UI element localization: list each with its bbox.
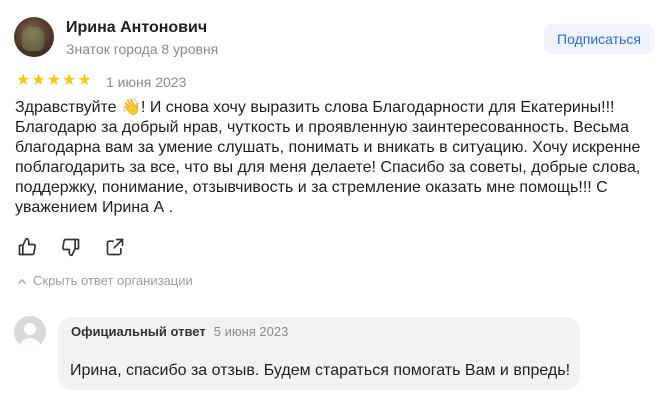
dislike-button[interactable]: [60, 236, 82, 258]
official-reply-text: Ирина, спасибо за отзыв. Будем стараться…: [70, 362, 571, 379]
hide-reply-label: Скрыть ответ организации: [33, 273, 193, 288]
organization-avatar: [14, 316, 46, 348]
author-name[interactable]: Ирина Антонович: [66, 19, 207, 37]
review-date: 1 июня 2023: [106, 74, 187, 90]
review-actions: [16, 236, 126, 258]
like-button[interactable]: [16, 236, 38, 258]
author-level: Знаток города 8 уровня: [66, 41, 219, 57]
official-reply-date: 5 июня 2023: [213, 324, 289, 339]
official-reply-title: Официальный ответ: [71, 324, 206, 339]
official-reply: Официальный ответ 5 июня 2023 Ирина, спа…: [58, 317, 580, 390]
star-icon: ★: [46, 72, 62, 89]
official-reply-header: Официальный ответ 5 июня 2023: [71, 324, 288, 339]
star-icon: ★: [31, 72, 46, 89]
thumb-down-icon: [61, 238, 80, 257]
user-placeholder-icon: [14, 316, 46, 348]
review-text: Здравствуйте 👋! И снова хочу выразить сл…: [15, 99, 641, 216]
rating-stars: ★ ★ ★ ★ ★: [16, 73, 92, 89]
subscribe-button[interactable]: Подписаться: [544, 24, 654, 54]
chevron-up-icon: [18, 278, 26, 284]
star-icon: ★: [62, 72, 77, 89]
star-icon: ★: [77, 72, 92, 89]
thumb-up-icon: [18, 237, 37, 256]
star-icon: ★: [16, 72, 31, 89]
share-icon: [106, 238, 124, 256]
hide-reply-toggle[interactable]: Скрыть ответ организации: [17, 273, 193, 288]
author-avatar[interactable]: [14, 17, 54, 57]
share-button[interactable]: [104, 236, 126, 258]
